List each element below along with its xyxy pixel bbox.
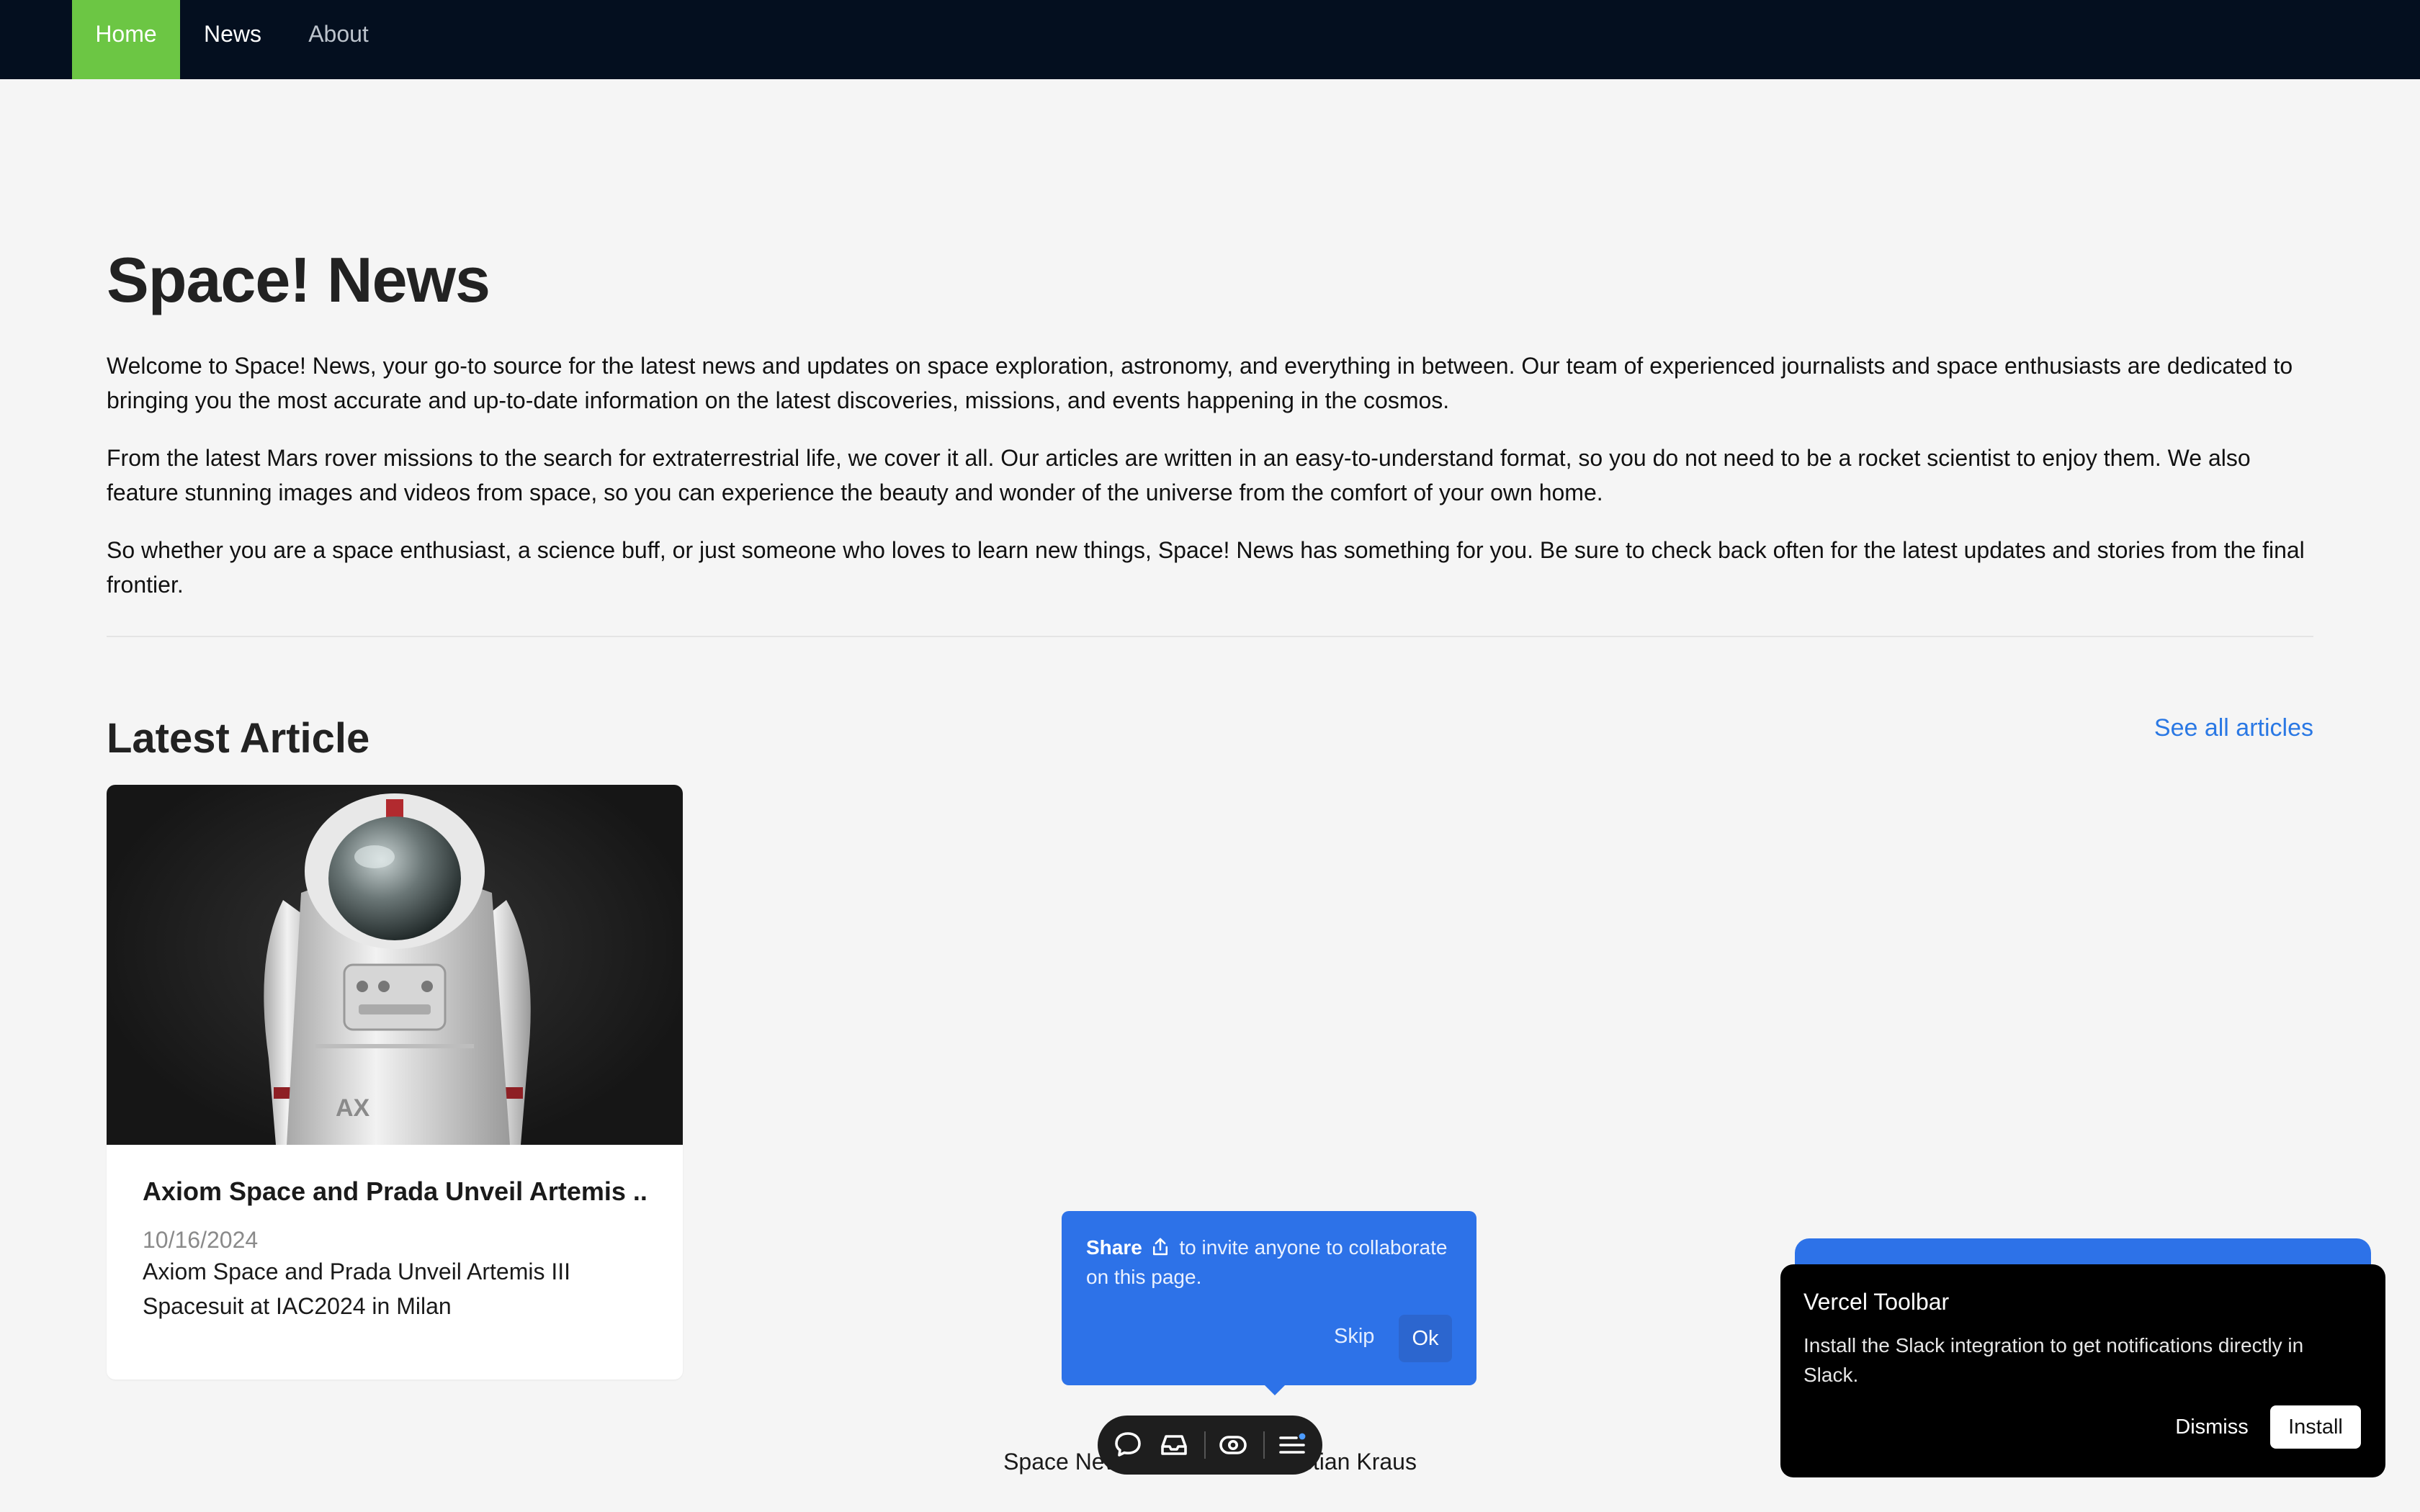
section-divider xyxy=(107,636,2313,637)
latest-article-heading: Latest Article xyxy=(107,715,370,762)
toolbar-separator xyxy=(1204,1431,1206,1459)
share-icon xyxy=(1152,1238,1168,1256)
article-title: Axiom Space and Prada Unveil Artemis ... xyxy=(143,1176,647,1206)
article-card[interactable]: AX Axiom Space and Prada Unveil Artemis … xyxy=(107,785,683,1380)
preview-icon[interactable] xyxy=(1216,1428,1250,1462)
dismiss-button[interactable]: Dismiss xyxy=(2166,1405,2257,1449)
vercel-title: Vercel Toolbar xyxy=(1803,1289,1950,1315)
page-title: Space! News xyxy=(107,244,490,315)
comment-icon[interactable] xyxy=(1111,1428,1145,1462)
nav-home[interactable]: Home xyxy=(72,0,180,79)
see-all-articles-link[interactable]: See all articles xyxy=(2154,714,2313,742)
nav-about[interactable]: About xyxy=(285,0,392,79)
top-navbar: Home News About xyxy=(0,0,2420,79)
intro-paragraph-2: From the latest Mars rover missions to t… xyxy=(107,445,2251,505)
vercel-toolbar-panel: Vercel Toolbar Install the Slack integra… xyxy=(1780,1264,2385,1477)
article-date: 10/16/2024 xyxy=(143,1227,259,1253)
install-button[interactable]: Install xyxy=(2270,1405,2361,1449)
inbox-icon[interactable] xyxy=(1157,1428,1191,1462)
article-image: AX xyxy=(107,785,683,1145)
share-label: Share xyxy=(1086,1236,1142,1259)
astronaut-image: AX xyxy=(264,793,531,1145)
suit-logo-text: AX xyxy=(336,1094,370,1122)
intro-paragraph-3: So whether you are a space enthusiast, a… xyxy=(107,537,2305,598)
toolbar-separator xyxy=(1263,1431,1265,1459)
intro-paragraph-1: Welcome to Space! News, your go-to sourc… xyxy=(107,353,2293,413)
vercel-floating-toolbar xyxy=(1098,1416,1322,1475)
nav-news[interactable]: News xyxy=(180,0,285,79)
skip-button[interactable]: Skip xyxy=(1334,1325,1374,1349)
vercel-message: Install the Slack integration to get not… xyxy=(1803,1334,2304,1386)
ok-button[interactable]: Ok xyxy=(1399,1315,1452,1362)
article-description: Axiom Space and Prada Unveil Artemis III… xyxy=(143,1259,571,1319)
menu-icon[interactable] xyxy=(1275,1428,1309,1462)
